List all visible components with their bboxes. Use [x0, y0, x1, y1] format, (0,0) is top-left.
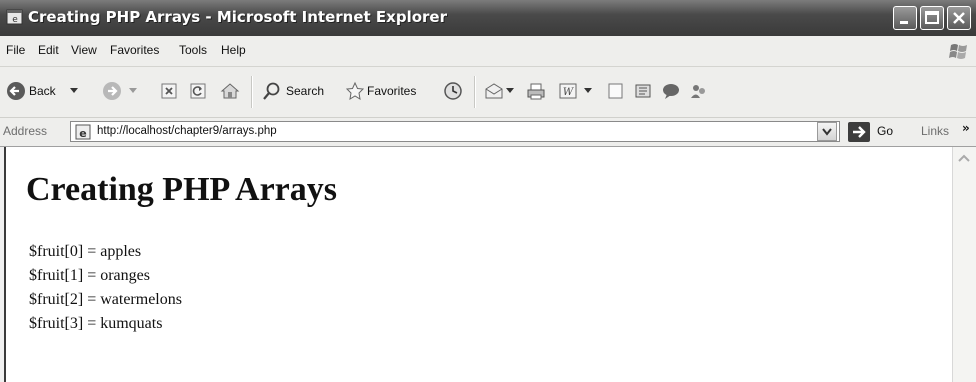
back-button[interactable]: Back [4, 67, 94, 117]
menu-bar: File Edit View Favorites Tools Help [0, 36, 976, 67]
edit-word-button[interactable]: W [557, 67, 595, 117]
messenger-button[interactable] [660, 67, 682, 117]
forward-button[interactable] [100, 67, 146, 117]
word-icon: W [559, 83, 577, 99]
forward-arrow-icon [103, 82, 121, 100]
toolbar-separator [474, 76, 476, 108]
page-ie-icon: e [75, 124, 91, 140]
svg-text:e: e [79, 127, 86, 140]
page-content: Creating PHP Arrays $fruit[0] = apples $… [4, 147, 952, 382]
refresh-button[interactable] [187, 67, 209, 117]
search-button[interactable]: Search [262, 67, 336, 117]
menu-file[interactable]: File [6, 43, 25, 57]
back-label: Back [29, 84, 56, 98]
browser-window: e Creating PHP Arrays - Microsoft Intern… [0, 0, 976, 382]
people-button[interactable] [688, 67, 710, 117]
array-line: $fruit[2] = watermelons [29, 291, 182, 308]
stop-button[interactable] [158, 67, 180, 117]
toolbar: Back Search Favorites W [0, 67, 976, 118]
go-button[interactable] [848, 122, 870, 142]
research-button[interactable] [633, 67, 655, 117]
home-button[interactable] [218, 67, 242, 117]
research-book-icon [635, 84, 651, 98]
blank-page-icon [608, 83, 623, 99]
menu-edit[interactable]: Edit [38, 43, 59, 57]
array-line: $fruit[3] = kumquats [29, 315, 163, 332]
stop-icon [161, 83, 177, 99]
refresh-icon [190, 83, 206, 99]
chevron-down-icon [822, 128, 832, 136]
go-label[interactable]: Go [877, 124, 893, 138]
print-button[interactable] [525, 67, 547, 117]
windows-logo-icon [949, 44, 967, 59]
menu-view[interactable]: View [71, 43, 97, 57]
menu-tools[interactable]: Tools [179, 43, 207, 57]
maximize-icon [925, 11, 939, 24]
title-bar[interactable]: e Creating PHP Arrays - Microsoft Intern… [0, 0, 976, 36]
minimize-button[interactable] [893, 6, 917, 30]
mail-icon [485, 83, 503, 99]
history-icon [444, 82, 462, 100]
close-icon [953, 12, 965, 24]
discuss-button[interactable] [606, 67, 626, 117]
maximize-button[interactable] [920, 6, 944, 30]
edit-dropdown-icon[interactable] [584, 88, 592, 94]
go-arrow-icon [853, 126, 866, 138]
array-output: $fruit[0] = apples $fruit[1] = oranges $… [29, 240, 182, 336]
people-icon [691, 85, 705, 98]
window-title: Creating PHP Arrays - Microsoft Internet… [28, 8, 447, 26]
address-input[interactable]: e http://localhost/chapter9/arrays.php [70, 121, 840, 142]
close-button[interactable] [947, 6, 971, 30]
history-button[interactable] [441, 67, 465, 117]
array-line: $fruit[0] = apples [29, 243, 142, 260]
star-icon [345, 81, 365, 100]
search-label: Search [286, 84, 325, 98]
speech-bubble-icon [663, 84, 679, 99]
printer-icon [527, 83, 545, 100]
menu-help[interactable]: Help [221, 43, 246, 57]
scroll-up-icon[interactable] [955, 150, 973, 168]
page-heading: Creating PHP Arrays [26, 171, 337, 208]
address-dropdown-button[interactable] [817, 122, 837, 141]
links-chevron-icon[interactable]: » [962, 121, 970, 135]
address-bar: Address e http://localhost/chapter9/arra… [0, 118, 976, 147]
minimize-icon [900, 21, 908, 24]
forward-dropdown-icon[interactable] [129, 88, 137, 94]
address-label: Address [3, 124, 48, 138]
favorites-button[interactable]: Favorites [345, 67, 433, 117]
svg-text:e: e [12, 15, 18, 25]
mail-dropdown-icon[interactable] [506, 88, 514, 94]
toolbar-separator [251, 76, 253, 108]
mail-button[interactable] [484, 67, 518, 117]
vertical-scrollbar[interactable] [952, 147, 976, 382]
home-icon [220, 83, 240, 99]
links-label[interactable]: Links [921, 124, 949, 138]
back-dropdown-icon[interactable] [70, 88, 78, 94]
ie-app-icon: e [6, 9, 23, 25]
favorites-label: Favorites [367, 84, 417, 98]
array-line: $fruit[1] = oranges [29, 267, 150, 284]
svg-text:W: W [563, 87, 574, 98]
menu-favorites[interactable]: Favorites [110, 43, 159, 57]
search-icon [263, 82, 280, 100]
address-url: http://localhost/chapter9/arrays.php [97, 125, 277, 137]
back-arrow-icon [7, 82, 25, 100]
